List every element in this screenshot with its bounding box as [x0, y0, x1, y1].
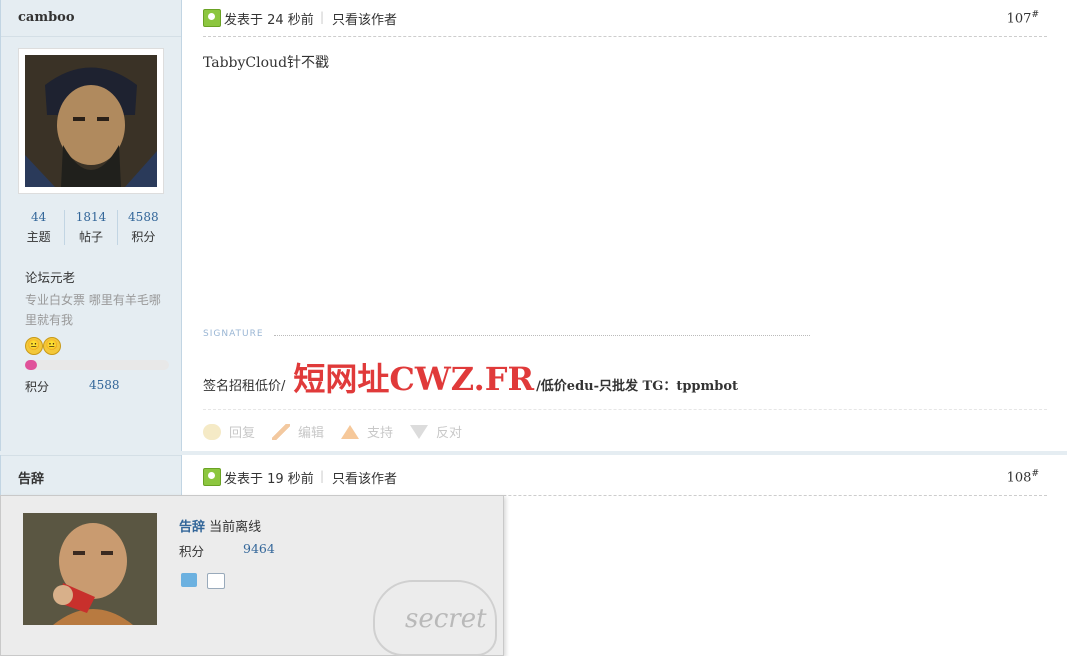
popup-status: 当前离线: [209, 520, 262, 535]
score-label: 积分: [25, 380, 50, 394]
support-label: 支持: [367, 426, 394, 441]
avatar-frame: [18, 48, 164, 194]
reply-button[interactable]: 回复: [203, 422, 255, 441]
separator: |: [320, 10, 325, 24]
medal-emoji-icon[interactable]: 😐: [25, 337, 43, 355]
signature: 签名招租低价/ 短网址CWZ.FR /低价edu-只批发 TG：tppmbot: [203, 360, 738, 398]
medal-emoji-icon[interactable]: 😐: [43, 337, 61, 355]
stat-value[interactable]: 4588: [118, 210, 169, 224]
edit-label: 编辑: [298, 426, 325, 441]
arrow-up-icon: [341, 424, 360, 439]
author-name[interactable]: camboo: [18, 10, 75, 25]
only-author-link[interactable]: 只看该作者: [332, 468, 397, 487]
popup-score-value: 9464: [243, 541, 275, 556]
stat-threads[interactable]: 44 主题: [13, 210, 66, 245]
secret-watermark: secret: [373, 580, 497, 656]
home-icon[interactable]: [181, 573, 197, 587]
score-value: 4588: [89, 378, 120, 392]
user-info-popup: 告辞 当前离线 积分 9464 secret: [0, 495, 504, 656]
stat-label: 主题: [26, 230, 51, 244]
divider: [1, 455, 181, 456]
post-divider: [0, 451, 1067, 455]
user-rank: 论坛元老: [25, 270, 76, 285]
floor-value: 108: [1006, 470, 1032, 486]
signature-link[interactable]: 短网址CWZ.FR: [293, 360, 534, 398]
separator: |: [320, 469, 325, 483]
post-content: TabbyCloud针不戳: [203, 55, 330, 71]
signature-suffix: /低价edu-只批发 TG：tppmbot: [536, 379, 739, 394]
level-progress-fill: [25, 360, 37, 370]
popup-score-row: 积分 9464: [179, 541, 275, 560]
only-author-link[interactable]: 只看该作者: [332, 9, 397, 28]
online-status-icon: [203, 9, 221, 27]
post-header: 发表于 19 秒前 | 只看该作者 108#: [203, 467, 1047, 496]
online-status-icon: [203, 468, 221, 486]
floor-value: 107: [1006, 11, 1032, 27]
stat-value[interactable]: 44: [13, 210, 64, 224]
floor-sup: #: [1031, 469, 1039, 479]
stat-posts[interactable]: 1814 帖子: [65, 210, 118, 245]
floor-sup: #: [1031, 10, 1039, 20]
popup-user-line: 告辞 当前离线: [179, 516, 261, 535]
post-actions: 回复 编辑 支持 反对: [203, 422, 479, 441]
pencil-icon: [272, 423, 291, 440]
signature-label: SIGNATURE: [203, 329, 264, 339]
popup-username[interactable]: 告辞: [179, 520, 205, 535]
score-row: 积分 4588: [25, 378, 120, 395]
avatar[interactable]: [23, 513, 157, 625]
user-motto: 专业白女票 哪里有羊毛哪里就有我: [25, 293, 161, 327]
support-button[interactable]: 支持: [341, 422, 393, 441]
signature-prefix[interactable]: 签名招租低价/: [203, 375, 285, 398]
popup-score-label: 积分: [179, 544, 205, 559]
arrow-down-icon: [410, 424, 429, 439]
oppose-button[interactable]: 反对: [410, 422, 462, 441]
author-stats: 44 主题 1814 帖子 4588 积分: [13, 210, 169, 245]
post-time: 发表于 24 秒前: [224, 13, 314, 28]
divider: [1, 36, 181, 37]
stat-label: 积分: [131, 230, 156, 244]
floor-number[interactable]: 108#: [1007, 469, 1039, 485]
avatar[interactable]: [25, 55, 157, 187]
watermark-text: secret: [405, 604, 487, 634]
edit-button[interactable]: 编辑: [272, 422, 324, 441]
level-progress-bar: [25, 360, 169, 370]
stat-points[interactable]: 4588 积分: [118, 210, 169, 245]
signature-divider: [274, 335, 810, 336]
author-name[interactable]: 告辞: [18, 468, 44, 487]
oppose-label: 反对: [436, 426, 463, 441]
post-header: 发表于 24 秒前 | 只看该作者 107#: [203, 8, 1047, 37]
profile-card-icon[interactable]: [207, 573, 225, 589]
floor-number[interactable]: 107#: [1007, 10, 1039, 26]
stat-value[interactable]: 1814: [65, 210, 116, 224]
actions-divider: [203, 409, 1047, 410]
reply-icon: [203, 423, 221, 440]
post-time: 发表于 19 秒前: [224, 472, 314, 487]
reply-label: 回复: [229, 426, 256, 441]
stat-label: 帖子: [78, 230, 103, 244]
